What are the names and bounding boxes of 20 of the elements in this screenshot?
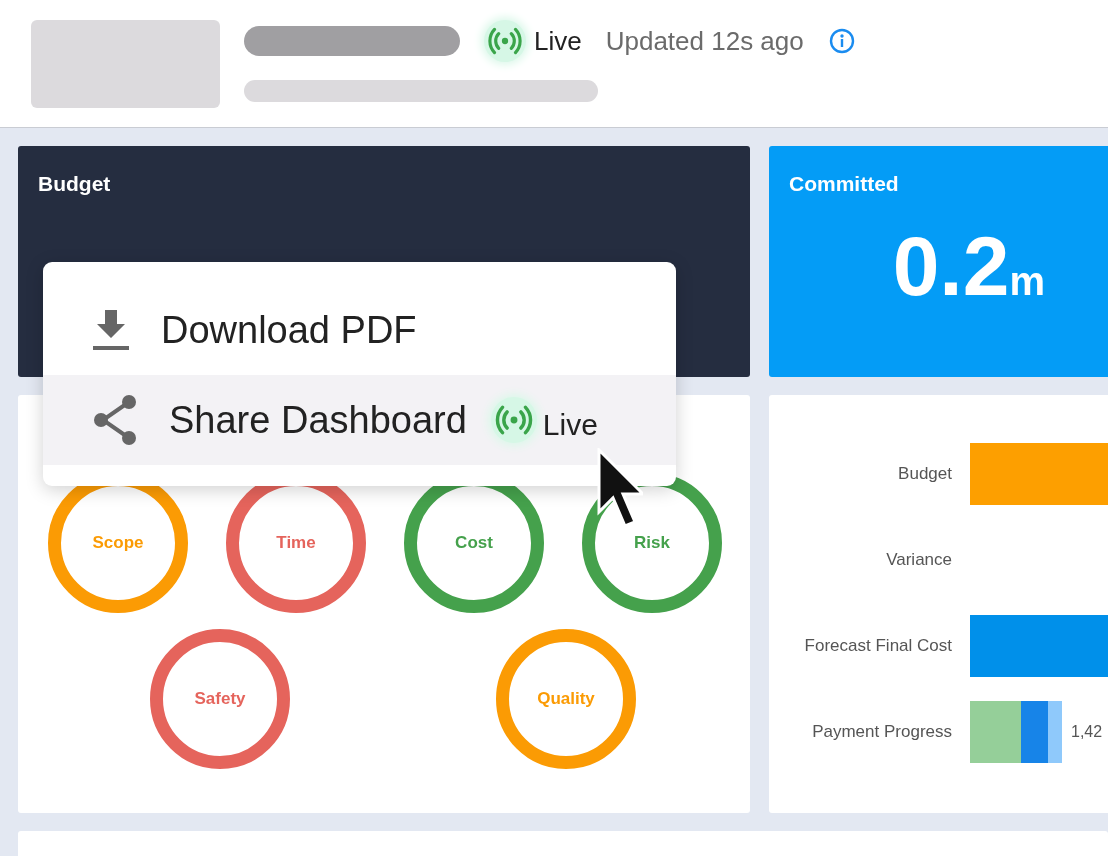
health-ring: Safety xyxy=(150,629,290,769)
live-icon xyxy=(490,397,537,443)
health-ring: Quality xyxy=(496,629,636,769)
updated-text: Updated 12s ago xyxy=(605,24,804,58)
live-label: Live xyxy=(542,406,598,443)
live-icon xyxy=(484,20,526,62)
bar-label: Payment Progress xyxy=(811,720,952,743)
menu-item[interactable]: Download PDF xyxy=(43,285,676,375)
bar-label: Budget xyxy=(897,462,952,485)
card-title: Budget xyxy=(38,171,112,197)
live-label: Live xyxy=(534,24,582,58)
bar-label: Forecast Final Cost xyxy=(803,634,952,657)
menu-item[interactable]: Share Dashboard Live xyxy=(43,375,676,465)
bar-label: Variance xyxy=(885,548,952,571)
info-icon[interactable] xyxy=(827,27,856,55)
bar-value: 1,42 xyxy=(1071,722,1103,742)
card-title: Committed xyxy=(789,171,900,197)
share-icon xyxy=(91,393,139,447)
kpi-value: 0.2m xyxy=(891,223,1046,308)
download-icon xyxy=(91,308,131,352)
